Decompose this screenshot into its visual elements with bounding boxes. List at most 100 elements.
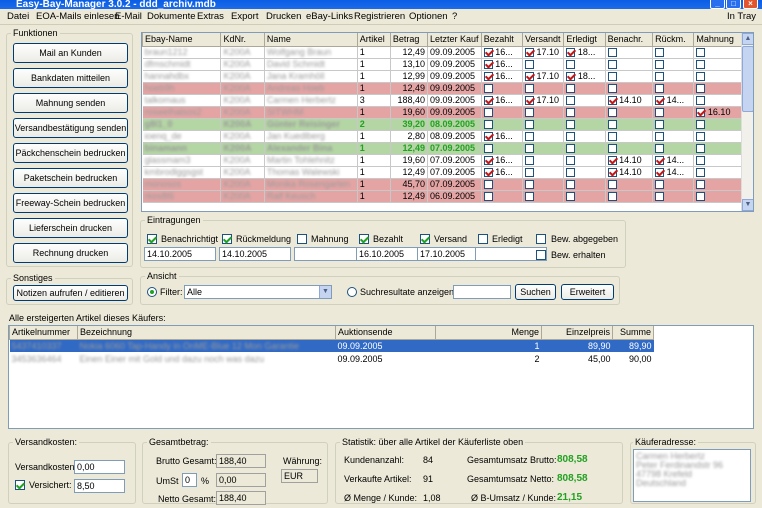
check-icon[interactable] [696, 120, 706, 129]
grid-cell-rue[interactable] [652, 190, 695, 203]
eintragung-checkbox[interactable] [359, 234, 369, 244]
check-icon[interactable] [483, 132, 493, 141]
check-icon[interactable] [566, 192, 576, 201]
check-icon[interactable] [655, 180, 665, 189]
bew-abgegeben-checkbox[interactable] [536, 234, 546, 244]
table-row[interactable]: rkos8t6 K200A Ralf Keusch 1 12,49 06.09.2005 [142, 190, 742, 203]
check-icon[interactable] [525, 132, 535, 141]
check-icon[interactable] [607, 132, 617, 141]
menu-email[interactable]: E-Mail [115, 11, 142, 22]
check-icon[interactable] [655, 48, 665, 57]
table-row[interactable]: 5437410337 Nokia 6060 Tap-Handy in OnME-B… [9, 339, 654, 352]
check-icon[interactable] [483, 60, 493, 69]
check-icon[interactable] [655, 132, 665, 141]
grid-column-header[interactable]: Versandt [522, 33, 565, 47]
freeway-schein-button[interactable]: Freeway-Schein bedrucken [13, 193, 128, 213]
grid-cell-ver[interactable] [522, 142, 565, 155]
grid-cell-ben[interactable]: 14.10 [605, 166, 654, 179]
grid-cell-ver[interactable] [522, 130, 565, 143]
versichert-checkbox[interactable] [15, 480, 25, 490]
grid-column-header[interactable]: Erledigt [563, 33, 606, 47]
maximize-button[interactable]: □ [726, 0, 741, 9]
grid-cell-erl[interactable] [563, 94, 606, 107]
check-icon[interactable] [696, 192, 706, 201]
menu-dokumente[interactable]: Dokumente [147, 11, 196, 22]
check-icon[interactable] [483, 144, 493, 153]
check-icon[interactable] [566, 60, 576, 69]
check-icon[interactable] [655, 192, 665, 201]
grid-cell-erl[interactable]: 18... [563, 46, 606, 59]
rechnung-button[interactable]: Rechnung drucken [13, 243, 128, 263]
grid-cell-ver[interactable]: 17.10 [522, 70, 565, 83]
grid-cell-bez[interactable] [481, 106, 524, 119]
grid-cell-mah[interactable] [693, 166, 742, 179]
search-input[interactable] [453, 285, 511, 299]
eintragung-checkbox[interactable] [222, 234, 232, 244]
grid-column-header[interactable]: Betrag [389, 33, 429, 47]
grid-cell-mah[interactable] [693, 178, 742, 191]
check-icon[interactable] [525, 144, 535, 153]
grid-cell-mah[interactable] [693, 190, 742, 203]
article-column-header[interactable]: Einzelpreis [541, 326, 613, 340]
check-icon[interactable] [483, 108, 493, 117]
chevron-down-icon[interactable]: ▼ [319, 286, 331, 298]
grid-cell-mah[interactable] [693, 154, 742, 167]
grid-cell-ben[interactable] [605, 82, 654, 95]
grid-cell-mah[interactable] [693, 94, 742, 107]
grid-cell-bez[interactable]: 16... [481, 130, 524, 143]
customer-grid[interactable]: Ebay-Name KdNr. Name Artikel Betrag Letzter K… [141, 32, 754, 212]
close-button[interactable]: × [743, 0, 758, 9]
grid-cell-bez[interactable] [481, 190, 524, 203]
check-icon[interactable] [566, 132, 576, 141]
check-icon[interactable] [696, 84, 706, 93]
grid-cell-ver[interactable] [522, 178, 565, 191]
menu-ebay-links[interactable]: eBay-Links [306, 11, 353, 22]
check-icon[interactable] [607, 192, 617, 201]
grid-cell-ver[interactable] [522, 118, 565, 131]
grid-scrollbar[interactable]: ▲ ▼ [741, 33, 753, 211]
scroll-down-icon[interactable]: ▼ [742, 199, 753, 211]
grid-cell-rue[interactable]: 14... [652, 166, 695, 179]
grid-cell-mah[interactable] [693, 142, 742, 155]
check-icon[interactable] [607, 48, 617, 57]
filter-radio[interactable] [147, 287, 157, 297]
check-icon[interactable] [483, 168, 493, 177]
grid-cell-erl[interactable] [563, 154, 606, 167]
grid-column-header[interactable]: Bezahlt [480, 33, 524, 47]
check-icon[interactable] [607, 168, 617, 177]
grid-cell-erl[interactable] [563, 58, 606, 71]
paketschein-button[interactable]: Paketschein bedrucken [13, 168, 128, 188]
search-radio[interactable] [347, 287, 357, 297]
table-row[interactable]: ioenq_de K200A Jan Kuedlberg 1 2,80 08.09.200… [142, 130, 742, 143]
check-icon[interactable] [607, 60, 617, 69]
check-icon[interactable] [566, 120, 576, 129]
check-icon[interactable] [655, 84, 665, 93]
check-icon[interactable] [607, 156, 617, 165]
check-icon[interactable] [696, 156, 706, 165]
grid-cell-ben[interactable] [605, 46, 654, 59]
check-icon[interactable] [483, 192, 493, 201]
check-icon[interactable] [655, 120, 665, 129]
grid-cell-rue[interactable] [652, 106, 695, 119]
grid-cell-ben[interactable] [605, 58, 654, 71]
versandkosten-input[interactable]: 0,00 [74, 460, 125, 474]
table-row[interactable]: binamann K200A Alexander Bina 1 12,49 07.09.2… [142, 142, 742, 155]
filter-combo[interactable]: Alle ▼ [184, 285, 332, 299]
article-column-header[interactable]: Menge [435, 326, 542, 340]
check-icon[interactable] [696, 60, 706, 69]
check-icon[interactable] [483, 156, 493, 165]
table-row[interactable]: hannahdbx K200A Jana Kramhöll 1 12,99 09.09.2… [142, 70, 742, 83]
check-icon[interactable] [655, 168, 665, 177]
check-icon[interactable] [655, 156, 665, 165]
grid-column-header[interactable]: Mahnung [693, 33, 742, 47]
table-row[interactable]: kmbrodlggsgst K200A Thomas Walewski 1 12,49 0… [142, 166, 742, 179]
check-icon[interactable] [525, 48, 535, 57]
table-row[interactable]: braun1212 K200A Wolfgang Braun 1 12,49 09.09.… [142, 46, 742, 59]
menu-eoa-mails[interactable]: EOA-Mails einlesen [36, 11, 119, 22]
eintragung-checkbox[interactable] [297, 234, 307, 244]
check-icon[interactable] [607, 72, 617, 81]
eintragung-date-input[interactable]: 14.10.2005 [144, 247, 216, 261]
check-icon[interactable] [566, 108, 576, 117]
grid-cell-mah[interactable] [693, 58, 742, 71]
grid-column-header[interactable]: Letzter Kauf [427, 33, 482, 47]
